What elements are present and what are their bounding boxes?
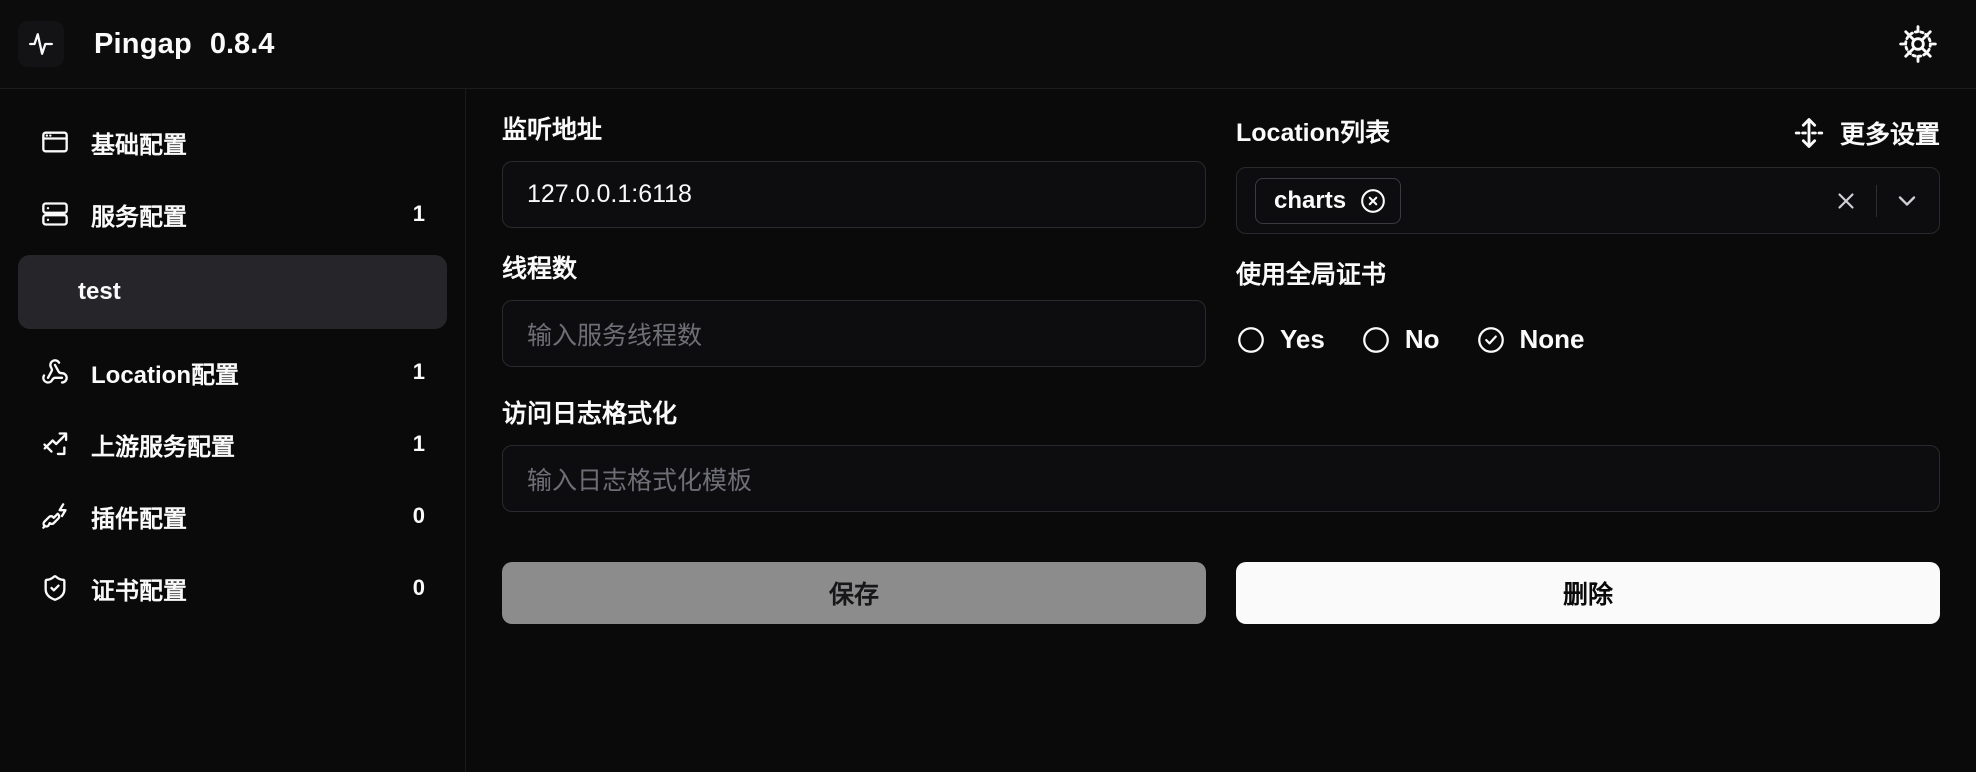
- locations-clear-button[interactable]: [1824, 179, 1868, 223]
- sidebar-item-label: 插件配置: [91, 505, 187, 533]
- field-access-log: 访问日志格式化 输入日志格式化模板: [502, 399, 1940, 512]
- threads-input[interactable]: 输入服务线程数: [502, 300, 1206, 367]
- sidebar-item-basic[interactable]: 基础配置: [18, 111, 447, 173]
- sidebar-item-count: 1: [412, 359, 425, 384]
- radio-label-yes: Yes: [1280, 324, 1325, 354]
- gear-icon: [1898, 24, 1938, 64]
- locations-label-row: Location列表 更多设置: [1236, 115, 1940, 151]
- form-grid-top: 监听地址 127.0.0.1:6118 线程数 输入服务线程数 Location…: [502, 115, 1940, 399]
- listen-addr-label: 监听地址: [502, 116, 603, 144]
- sidebar-subitem-label: test: [78, 278, 121, 305]
- app-logo: [18, 21, 64, 67]
- app-header: Pingap 0.8.4: [0, 0, 1976, 89]
- access-log-input[interactable]: 输入日志格式化模板: [502, 445, 1940, 512]
- radio-label-none: None: [1519, 324, 1585, 354]
- sidebar-item-server[interactable]: 服务配置 1: [18, 183, 447, 245]
- radio-option-yes[interactable]: Yes: [1236, 324, 1339, 355]
- circle-x-icon[interactable]: [1360, 188, 1386, 214]
- sidebar-item-label: 证书配置: [91, 577, 187, 605]
- locations-label: Location列表: [1236, 119, 1391, 147]
- app-title: Pingap: [94, 27, 192, 60]
- radio-option-none[interactable]: None: [1476, 324, 1599, 355]
- global-cert-label: 使用全局证书: [1236, 261, 1387, 289]
- access-log-label: 访问日志格式化: [502, 400, 678, 428]
- expand-vertical-icon: [1792, 116, 1826, 150]
- sidebar-item-label: 服务配置: [91, 203, 187, 231]
- form-column-left: 监听地址 127.0.0.1:6118 线程数 输入服务线程数: [502, 115, 1206, 399]
- sidebar-item-upstream[interactable]: 上游服务配置 1: [18, 413, 447, 475]
- location-tag[interactable]: charts: [1255, 177, 1402, 224]
- app-window-icon: [40, 128, 70, 156]
- global-cert-radio-group: Yes No None: [1236, 306, 1940, 373]
- radio-check-icon: [1476, 325, 1506, 355]
- field-listen-addr: 监听地址 127.0.0.1:6118: [502, 115, 1206, 228]
- sidebar-subitem-test[interactable]: test: [18, 255, 447, 329]
- sidebar-item-certificate[interactable]: 证书配置 0: [18, 557, 447, 619]
- sidebar: 基础配置 服务配置 1 test Location配置 1 上游服务配置 1 插…: [0, 89, 466, 772]
- sidebar-item-label: 基础配置: [91, 131, 187, 159]
- listen-addr-input[interactable]: 127.0.0.1:6118: [502, 161, 1206, 228]
- app-body: 基础配置 服务配置 1 test Location配置 1 上游服务配置 1 插…: [0, 89, 1976, 772]
- plug-zap-icon: [40, 502, 70, 530]
- save-button[interactable]: 保存: [502, 562, 1206, 624]
- server-icon: [40, 200, 70, 228]
- sidebar-item-label: 上游服务配置: [91, 433, 235, 461]
- activity-pulse-icon: [28, 31, 54, 57]
- radio-option-no[interactable]: No: [1361, 324, 1454, 355]
- locations-multiselect[interactable]: charts: [1236, 167, 1940, 234]
- sidebar-item-count: 1: [412, 431, 425, 456]
- shield-check-icon: [40, 574, 70, 602]
- main-content: 监听地址 127.0.0.1:6118 线程数 输入服务线程数 Location…: [466, 89, 1976, 772]
- field-global-cert: 使用全局证书 Yes No None: [1236, 260, 1940, 373]
- sidebar-item-location[interactable]: Location配置 1: [18, 341, 447, 403]
- network-chart-icon: [40, 430, 70, 458]
- sidebar-item-count: 0: [412, 503, 425, 528]
- app-root: Pingap 0.8.4 基础配置 服务配置 1 test Location配置…: [0, 0, 1976, 772]
- multiselect-divider: [1876, 184, 1877, 217]
- webhook-icon: [40, 358, 70, 386]
- form-actions: 保存 删除: [502, 562, 1940, 624]
- sidebar-item-count: 0: [412, 575, 425, 600]
- more-settings-button[interactable]: 更多设置: [1792, 115, 1940, 151]
- sidebar-item-count: 1: [412, 201, 425, 226]
- more-settings-label: 更多设置: [1839, 121, 1940, 149]
- radio-label-no: No: [1404, 324, 1440, 354]
- settings-button[interactable]: [1892, 18, 1944, 70]
- field-threads: 线程数 输入服务线程数: [502, 254, 1206, 367]
- field-locations: Location列表 更多设置 charts: [1236, 115, 1940, 234]
- threads-label: 线程数: [502, 255, 578, 283]
- chevron-down-icon[interactable]: [1885, 179, 1929, 223]
- delete-button[interactable]: 删除: [1236, 562, 1940, 624]
- sidebar-item-label: Location配置: [91, 361, 239, 389]
- app-version: 0.8.4: [209, 27, 275, 60]
- location-tag-label: charts: [1274, 186, 1347, 214]
- sidebar-item-plugin[interactable]: 插件配置 0: [18, 485, 447, 547]
- radio-circle-icon: [1236, 325, 1266, 355]
- radio-circle-icon: [1361, 325, 1391, 355]
- form-column-right: Location列表 更多设置 charts 使用全局证书 Yes No Non…: [1236, 115, 1940, 399]
